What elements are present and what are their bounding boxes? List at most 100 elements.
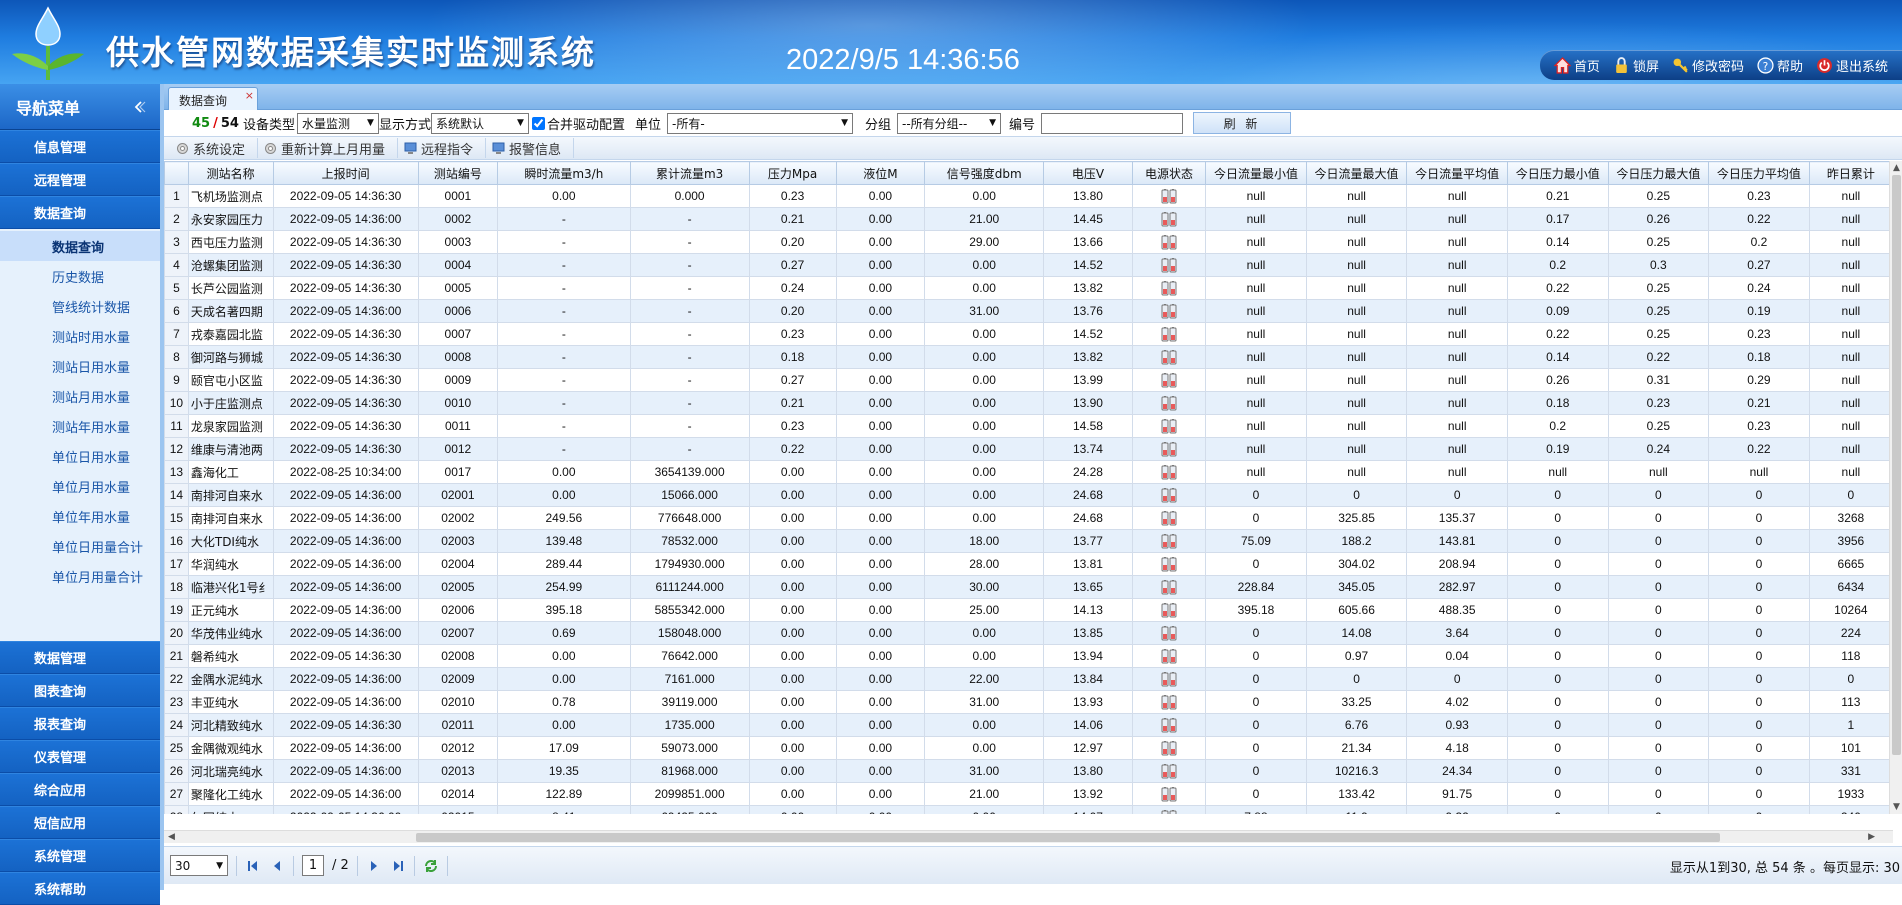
scroll-left-icon[interactable]: ◀ [168, 832, 175, 842]
sidebar-item-integrated-app[interactable]: 综合应用 [0, 773, 160, 806]
group-select[interactable]: --所有分组-- ▼ [897, 112, 1002, 134]
scroll-right-icon[interactable]: ▶ [1868, 832, 1875, 842]
column-header[interactable]: 今日压力平均值 [1708, 161, 1810, 185]
table-row[interactable]: 21 磐希纯水 2022-09-05 14:36:30 02008 0.00 76642.… [164, 644, 1893, 668]
vertical-scrollbar[interactable]: ▲ ▼ [1889, 161, 1902, 814]
page-size-select[interactable]: 30 ▼ [170, 855, 228, 876]
column-header[interactable]: 瞬时流量m3/h [497, 161, 631, 185]
sidebar-item-system-management[interactable]: 系统管理 [0, 839, 160, 872]
sidebar-item-system-help[interactable]: 系统帮助 [0, 872, 160, 905]
collapse-sidebar-icon[interactable] [132, 100, 146, 114]
scroll-up-icon[interactable]: ▲ [1893, 163, 1900, 173]
sidebar-subitem-pipeline-stats[interactable]: 管线统计数据 [0, 291, 160, 321]
table-row[interactable]: 10 小于庄监测点 2022-09-05 14:36:30 0010- -0.21 0.0… [164, 391, 1893, 415]
table-row[interactable]: 20 华茂伟业纯水 2022-09-05 14:36:00 02007 0.69 1580… [164, 621, 1893, 645]
column-header[interactable]: 测站编号 [417, 161, 499, 185]
table-row[interactable]: 13 鑫海化工 2022-08-25 10:34:00 0017 0.00 3654139… [164, 460, 1893, 484]
sidebar-item-data-management[interactable]: 数据管理 [0, 641, 160, 674]
table-row[interactable]: 3 西屯压力监测 2022-09-05 14:36:30 0003- -0.20 0.00… [164, 230, 1893, 254]
sidebar-subitem-station-hourly[interactable]: 测站时用水量 [0, 321, 160, 351]
sidebar-item-meter-management[interactable]: 仪表管理 [0, 740, 160, 773]
table-row[interactable]: 4 沧螺集团监测 2022-09-05 14:36:30 0004- -0.27 0.00… [164, 253, 1893, 277]
column-header[interactable]: 昨日累计 [1808, 161, 1893, 185]
column-header[interactable]: 今日流量最小值 [1205, 161, 1307, 185]
table-row[interactable]: 19 正元纯水 2022-09-05 14:36:00 02006 395.18 5855… [164, 598, 1893, 622]
table-row[interactable]: 2 永安家园压力 2022-09-05 14:36:00 0002- -0.21 0.00… [164, 207, 1893, 231]
table-row[interactable]: 25 金隅微观纯水 2022-09-05 14:36:00 02012 17.09 590… [164, 736, 1893, 760]
table-row[interactable]: 7 戎泰嘉园北监 2022-09-05 14:36:30 0007- -0.23 0.00… [164, 322, 1893, 346]
sidebar-subitem-unit-daily[interactable]: 单位日用水量 [0, 441, 160, 471]
scrollbar-thumb[interactable] [416, 833, 1720, 842]
sidebar-item-remote-management[interactable]: 远程管理 [0, 163, 160, 196]
unit-select[interactable]: -所有- ▼ [667, 112, 853, 134]
nav-lock[interactable]: 锁屏 [1613, 56, 1659, 75]
sidebar-item-info-management[interactable]: 信息管理 [0, 130, 160, 163]
device-type-select[interactable]: 水量监测 ▼ [296, 112, 379, 134]
sidebar-subitem-station-daily[interactable]: 测站日用水量 [0, 351, 160, 381]
column-header[interactable]: 压力Mpa [748, 161, 837, 185]
table-row[interactable]: 12 维康与清池两 2022-09-05 14:36:30 0012- -0.22 0.0… [164, 437, 1893, 461]
nav-home[interactable]: 首页 [1553, 56, 1600, 75]
scrollbar-thumb[interactable] [1892, 175, 1901, 755]
recalculate-button[interactable]: 重新计算上月用量 [258, 138, 399, 158]
tab-data-query[interactable]: 数据查询 × [168, 87, 258, 110]
column-header[interactable] [164, 161, 189, 185]
column-header[interactable]: 累计流量m3 [629, 161, 750, 185]
code-input[interactable] [1041, 112, 1184, 134]
table-row[interactable]: 28仁国纯水2022-09-05 14:36:00020158.4169425.… [164, 805, 1893, 814]
nav-change-password[interactable]: 修改密码 [1672, 56, 1744, 75]
column-header[interactable]: 测站名称 [187, 161, 274, 185]
table-row[interactable]: 11 龙泉家园监测 2022-09-05 14:36:30 0011- -0.23 0.0… [164, 414, 1893, 438]
next-page-icon[interactable] [366, 858, 382, 874]
horizontal-scrollbar[interactable]: ◀ ▶ [164, 830, 1893, 843]
remote-command-button[interactable]: 远程指令 [398, 138, 487, 158]
column-header[interactable]: 今日压力最大值 [1607, 161, 1710, 185]
table-row[interactable]: 27 聚隆化工纯水 2022-09-05 14:36:00 02014 122.89 20… [164, 782, 1893, 806]
sidebar-item-data-query[interactable]: 数据查询 [0, 196, 160, 229]
table-row[interactable]: 9 颐官屯小区监 2022-09-05 14:36:30 0009- -0.27 0.00… [164, 368, 1893, 392]
table-row[interactable]: 22 金隅水泥纯水 2022-09-05 14:36:00 02009 0.00 7161… [164, 667, 1893, 691]
column-header[interactable]: 今日流量最大值 [1305, 161, 1408, 185]
table-row[interactable]: 23 丰亚纯水 2022-09-05 14:36:00 02010 0.78 39119.… [164, 690, 1893, 714]
sidebar-subitem-history-data[interactable]: 历史数据 [0, 261, 160, 291]
first-page-icon[interactable] [245, 858, 261, 874]
previous-page-icon[interactable] [269, 858, 285, 874]
table-row[interactable]: 5 长芦公园监测 2022-09-05 14:36:30 0005- -0.24 0.00… [164, 276, 1893, 300]
refresh-button[interactable]: 刷 新 [1193, 112, 1292, 134]
sidebar-subitem-unit-monthly[interactable]: 单位月用水量 [0, 471, 160, 501]
sidebar-item-chart-query[interactable]: 图表查询 [0, 674, 160, 707]
table-row[interactable]: 1 飞机场监测点 2022-09-05 14:36:30 0001 0.00 0.000 0… [164, 184, 1893, 208]
column-header[interactable]: 信号强度dbm [924, 161, 1045, 185]
table-row[interactable]: 6 天成名著四期 2022-09-05 14:36:00 0006- -0.20 0.00… [164, 299, 1893, 323]
column-header[interactable]: 电压V [1043, 161, 1133, 185]
page-number-input[interactable]: 1 [302, 855, 324, 876]
table-row[interactable]: 24 河北精致纯水 2022-09-05 14:36:30 02011 0.00 1735… [164, 713, 1893, 737]
system-settings-button[interactable]: 系统设定 [170, 138, 259, 158]
sidebar-subitem-data-query[interactable]: 数据查询 [0, 231, 160, 261]
table-row[interactable]: 8 御河路与狮城 2022-09-05 14:36:30 0008- -0.18 0.00… [164, 345, 1893, 369]
table-row[interactable]: 26 河北瑞亮纯水 2022-09-05 14:36:00 02013 19.35 819… [164, 759, 1893, 783]
column-header[interactable]: 上报时间 [272, 161, 419, 185]
column-header[interactable]: 今日流量平均值 [1406, 161, 1508, 185]
table-row[interactable]: 14 南排河自来水 2022-09-05 14:36:00 02001 0.00 1506… [164, 483, 1893, 507]
sidebar-subitem-unit-yearly[interactable]: 单位年用水量 [0, 501, 160, 531]
sidebar-item-sms-app[interactable]: 短信应用 [0, 806, 160, 839]
sidebar-subitem-unit-daily-total[interactable]: 单位日用量合计 [0, 531, 160, 561]
sidebar-subitem-station-monthly[interactable]: 测站月用水量 [0, 381, 160, 411]
merge-driver-checkbox[interactable] [531, 116, 545, 130]
sidebar-subitem-station-yearly[interactable]: 测站年用水量 [0, 411, 160, 441]
table-row[interactable]: 18 临港兴化1号纟 2022-09-05 14:36:00 02005 254.99 6… [164, 575, 1893, 599]
table-row[interactable]: 17 华润纯水 2022-09-05 14:36:00 02004 289.44 1794… [164, 552, 1893, 576]
table-row[interactable]: 15 南排河自来水 2022-09-05 14:36:00 02002 249.56 77… [164, 506, 1893, 530]
last-page-icon[interactable] [390, 858, 406, 874]
alarm-info-button[interactable]: 报警信息 [486, 138, 575, 158]
column-header[interactable]: 电源状态 [1131, 161, 1207, 185]
refresh-icon[interactable] [423, 858, 439, 874]
nav-help[interactable]: ? 帮助 [1757, 56, 1803, 75]
table-row[interactable]: 16 大化TDI纯水 2022-09-05 14:36:00 02003 139.48 7… [164, 529, 1893, 553]
scroll-down-icon[interactable]: ▼ [1893, 802, 1900, 812]
nav-logout[interactable]: 退出系统 [1816, 56, 1888, 75]
close-icon[interactable]: × [245, 89, 254, 102]
column-header[interactable]: 今日压力最小值 [1506, 161, 1609, 185]
column-header[interactable]: 液位M [835, 161, 926, 185]
